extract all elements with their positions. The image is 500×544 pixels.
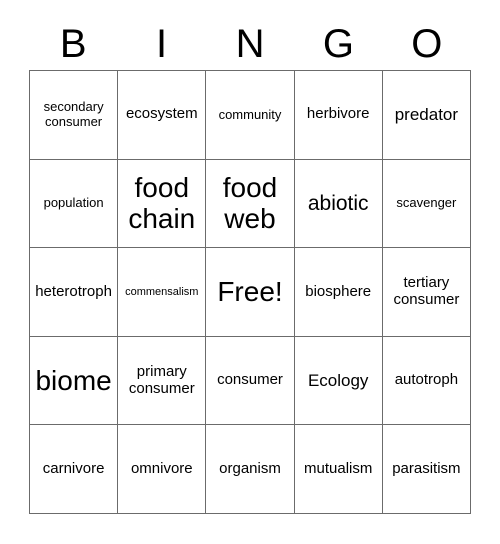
bingo-cell-label: Free!: [217, 276, 283, 308]
bingo-header-letter-o: O: [411, 21, 443, 66]
bingo-cell-label: commensalism: [125, 285, 199, 298]
bingo-card: B I N G O secondary consumer ecosystem communi…: [0, 0, 500, 544]
bingo-cell[interactable]: population: [30, 159, 119, 249]
bingo-header-row: BINGO: [29, 17, 471, 70]
bingo-cell[interactable]: ecosystem: [118, 71, 207, 160]
bingo-cell[interactable]: organism: [206, 425, 295, 514]
bingo-cell[interactable]: commensalism: [118, 248, 207, 337]
bingo-header-letter-n: N: [235, 21, 265, 66]
bingo-header-letter-b: B: [59, 21, 87, 66]
bingo-cell-label: mutualism: [304, 459, 373, 477]
bingo-cell[interactable]: biosphere: [294, 248, 383, 337]
bingo-cell-label: primary consumer: [128, 362, 195, 397]
bingo-cell[interactable]: food web: [206, 159, 295, 249]
bingo-cell-label: scavenger: [396, 195, 457, 211]
bingo-cell[interactable]: autotroph: [382, 336, 471, 426]
bingo-cell[interactable]: carnivore: [30, 425, 119, 514]
bingo-cell[interactable]: primary consumer: [118, 336, 207, 426]
bingo-cell-label: heterotroph: [35, 282, 112, 300]
bingo-cell-label: parasitism: [392, 459, 461, 477]
bingo-cell[interactable]: abiotic: [294, 159, 383, 249]
bingo-header-letter-g: G: [322, 21, 354, 66]
bingo-cell-label: Ecology: [307, 371, 369, 391]
bingo-cell[interactable]: herbivore: [294, 71, 383, 160]
bingo-cell[interactable]: heterotroph: [30, 248, 119, 337]
bingo-cell-label: biosphere: [305, 282, 372, 300]
bingo-cell[interactable]: biome: [30, 336, 119, 426]
bingo-cell-label: biome: [35, 364, 112, 396]
bingo-header-letter-i: I: [156, 21, 168, 66]
bingo-cell-label: consumer: [217, 371, 283, 389]
bingo-cell[interactable]: consumer: [206, 336, 295, 426]
bingo-cell-label: predator: [394, 105, 459, 125]
bingo-cell-label: tertiary consumer: [393, 274, 460, 308]
bingo-cell[interactable]: Free!: [206, 248, 295, 337]
bingo-cell-label: carnivore: [42, 459, 105, 477]
bingo-cell-label: abiotic: [307, 191, 369, 215]
bingo-cell[interactable]: community: [206, 71, 295, 160]
bingo-cell[interactable]: secondary consumer: [30, 71, 119, 160]
bingo-cell-label: autotroph: [394, 371, 459, 389]
bingo-cell[interactable]: omnivore: [118, 425, 207, 514]
bingo-cell-label: organism: [219, 459, 281, 477]
bingo-cell[interactable]: scavenger: [382, 159, 471, 249]
bingo-grid: secondary consumer ecosystem community herb…: [29, 70, 471, 514]
bingo-cell-label: omnivore: [130, 459, 193, 477]
bingo-cell-label: population: [43, 195, 104, 211]
bingo-cell-label: food chain: [128, 172, 196, 235]
bingo-cell[interactable]: Ecology: [294, 336, 383, 426]
bingo-cell[interactable]: food chain: [118, 159, 207, 249]
bingo-cell[interactable]: tertiary consumer: [382, 248, 471, 337]
bingo-cell-label: community: [218, 106, 282, 122]
bingo-cell-label: food web: [222, 172, 278, 235]
bingo-cell[interactable]: predator: [382, 71, 471, 160]
bingo-cell[interactable]: mutualism: [294, 425, 383, 514]
bingo-cell-label: secondary consumer: [43, 99, 104, 129]
bingo-cell-label: ecosystem: [125, 105, 198, 123]
bingo-cell[interactable]: parasitism: [382, 425, 471, 514]
bingo-cell-label: herbivore: [306, 105, 370, 123]
